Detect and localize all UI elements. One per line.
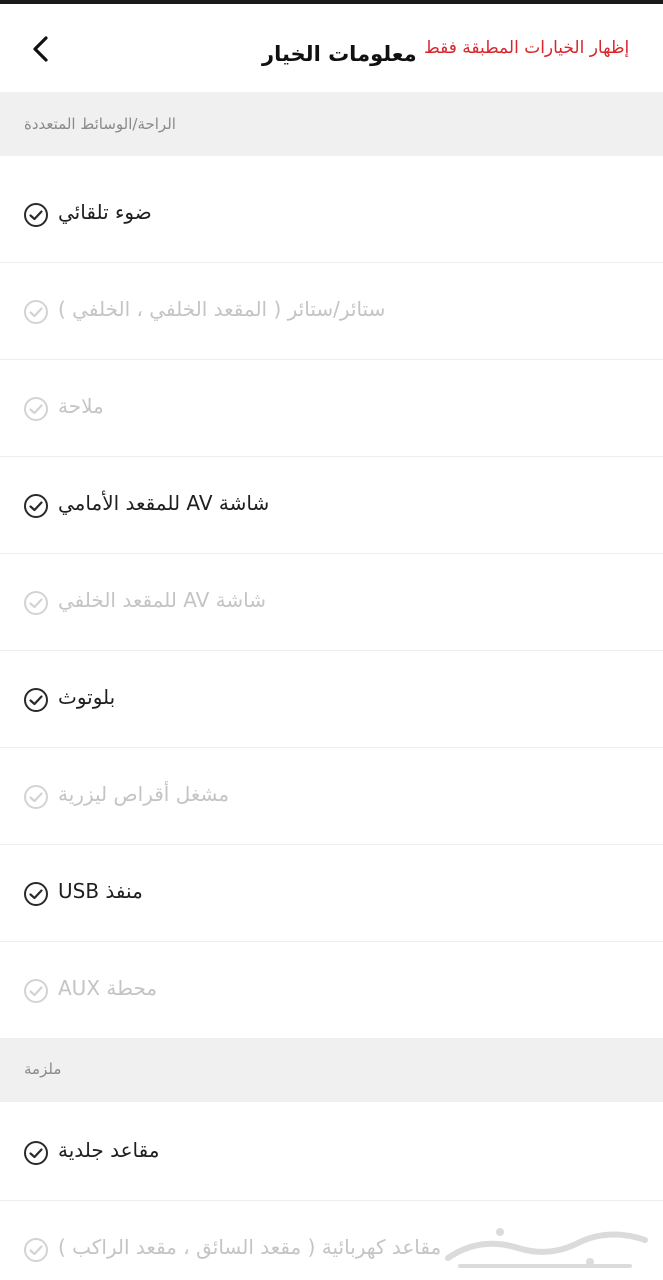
check-circle-icon — [23, 299, 49, 325]
option-row-leather-seats[interactable]: مقاعد جلدية — [0, 1104, 663, 1201]
option-label: مقاعد جلدية — [58, 1138, 160, 1162]
option-row-cd-player[interactable]: مشغل أقراص ليزرية — [0, 748, 663, 845]
option-label: بلوتوث — [58, 685, 116, 709]
option-row-usb-port[interactable]: منفذ USB — [0, 845, 663, 942]
check-circle-icon — [23, 396, 49, 422]
check-circle-icon — [23, 1140, 49, 1166]
check-circle-icon — [23, 881, 49, 907]
section-title: ملزمة — [24, 1060, 62, 1078]
section-title: الراحة/الوسائط المتعددة — [24, 115, 176, 133]
option-row-front-av-screen[interactable]: شاشة AV للمقعد الأمامي — [0, 457, 663, 554]
show-applied-options-link[interactable]: إظهار الخيارات المطبقة فقط — [424, 38, 629, 58]
chevron-left-icon — [33, 36, 48, 62]
check-circle-icon — [23, 590, 49, 616]
top-bar: معلومات الخيار إظهار الخيارات المطبقة فق… — [0, 4, 663, 92]
option-row-rear-av-screen[interactable]: شاشة AV للمقعد الخلفي — [0, 554, 663, 651]
option-row-auto-light[interactable]: ضوء تلقائي — [0, 166, 663, 263]
section-header-comfort: الراحة/الوسائط المتعددة — [0, 92, 663, 156]
check-circle-icon — [23, 202, 49, 228]
option-label: مشغل أقراص ليزرية — [58, 782, 230, 806]
check-circle-icon — [23, 1237, 49, 1263]
option-label: ملاحة — [58, 394, 104, 418]
page-title: معلومات الخيار — [262, 42, 417, 66]
option-label: شاشة AV للمقعد الخلفي — [58, 588, 267, 612]
option-label: منفذ USB — [58, 879, 143, 903]
option-label: ستائر/ستائر ( المقعد الخلفي ، الخلفي ) — [58, 297, 386, 321]
check-circle-icon — [23, 784, 49, 810]
check-circle-icon — [23, 493, 49, 519]
option-row-navigation[interactable]: ملاحة — [0, 360, 663, 457]
option-row-bluetooth[interactable]: بلوتوث — [0, 651, 663, 748]
option-row-aux[interactable]: محطة AUX — [0, 942, 663, 1039]
option-label: شاشة AV للمقعد الأمامي — [58, 491, 270, 515]
check-circle-icon — [23, 978, 49, 1004]
option-label: محطة AUX — [58, 976, 158, 1000]
check-circle-icon — [23, 687, 49, 713]
option-row-curtains[interactable]: ستائر/ستائر ( المقعد الخلفي ، الخلفي ) — [0, 263, 663, 360]
option-label: مقاعد كهربائية ( مقعد السائق ، مقعد الرا… — [58, 1235, 442, 1259]
section-header-package: ملزمة — [0, 1038, 663, 1102]
back-button[interactable] — [22, 30, 62, 70]
haraj-logo-watermark — [445, 1228, 648, 1268]
option-label: ضوء تلقائي — [58, 200, 152, 224]
